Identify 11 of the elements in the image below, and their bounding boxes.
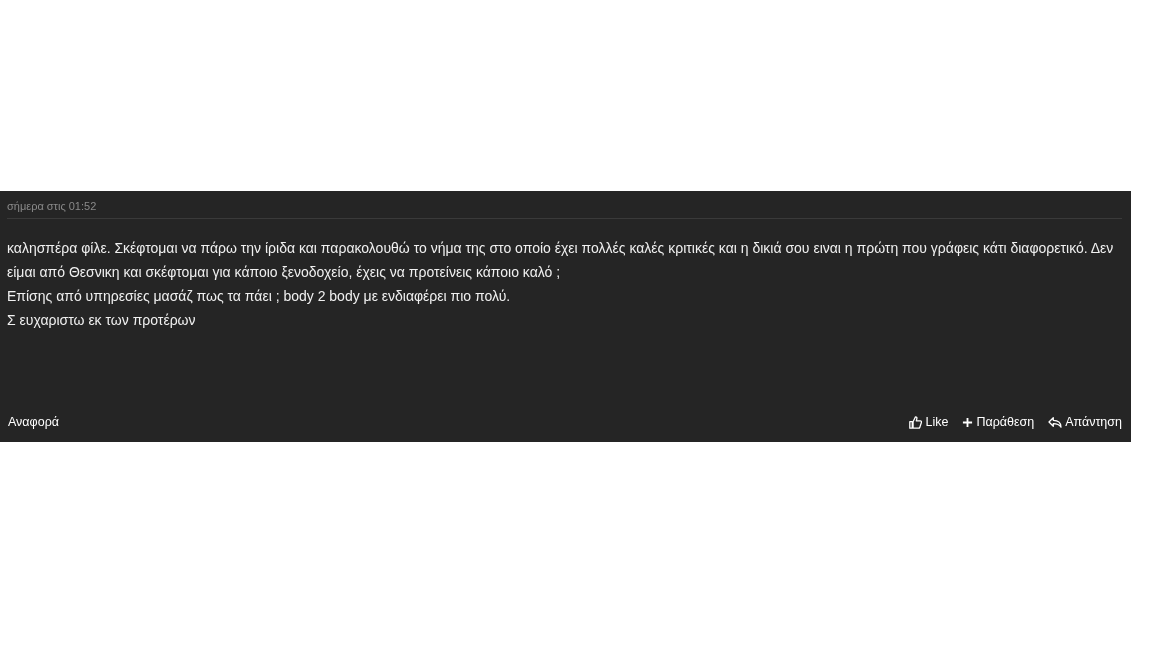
quote-button[interactable]: Παράθεση: [962, 415, 1035, 429]
post-text: Σ ευχαριστω εκ των προτέρων: [7, 311, 197, 330]
post-text: Επίσης από υπηρεσίες μασάζ πως τα πάει ; body 2 body με ενδιαφέρει πιο πολύ.: [7, 287, 512, 306]
plus-icon: [962, 416, 974, 428]
reply-button[interactable]: Απάντηση: [1048, 415, 1122, 429]
reply-icon: [1048, 416, 1063, 428]
thumbs-up-icon: [909, 415, 923, 429]
post-text: καλησπέρα φίλε. Σκέφτομαι να πάρω την ίριδα και παρακολουθώ το νήμα της στο οποίο έχει πολλές καλές κριτικές και η δικιά σου ειναι η πρώτη που γράφεις κάτι διαφορετικό. Δεν είμαι από Θεσνικη και σκέφτομαι για κάποιο ξενοδοχείο, έχεις να προτείνεις κάποιο καλό ;: [7, 239, 1115, 282]
report-link[interactable]: Αναφορά: [8, 415, 59, 429]
post-timestamp: σήμερα στις 01:52: [7, 200, 97, 212]
like-button[interactable]: Like: [909, 415, 949, 429]
